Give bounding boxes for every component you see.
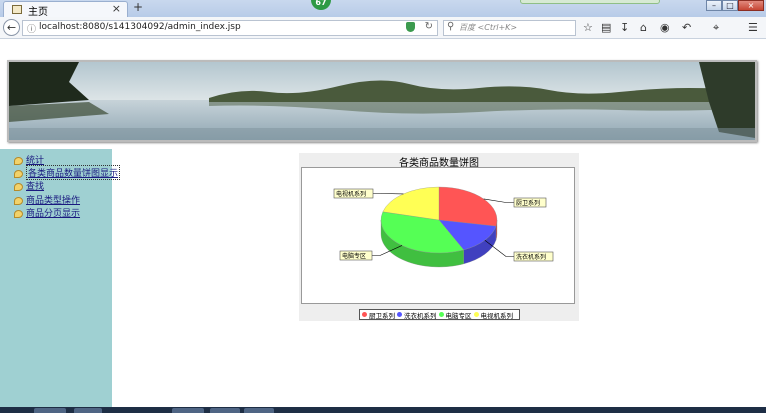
- browser-titlebar: 主页 × + 67 – □ ×: [0, 0, 766, 18]
- taskbar-app[interactable]: [172, 408, 204, 413]
- sidebar-item-type-ops[interactable]: 商品类型操作: [14, 193, 80, 206]
- back-button[interactable]: ←: [3, 19, 20, 36]
- pie-label-text: 电视机系列: [336, 190, 366, 198]
- sidebar-item-search[interactable]: 查找: [14, 179, 44, 192]
- sidebar-item-paging[interactable]: 商品分页显示: [14, 206, 80, 219]
- pie-label-text: 电脑专区: [342, 252, 366, 260]
- legend-label: 洗衣机系列: [404, 311, 437, 320]
- folder-icon: [14, 169, 23, 178]
- os-taskbar: [0, 407, 766, 413]
- sidebar-item-statistics[interactable]: 统计: [14, 154, 44, 166]
- sidebar-menu: 统计 各类商品数量饼图显示 查找 商品类型操作 商品分页显示: [0, 149, 121, 413]
- menu-icon[interactable]: ☰: [748, 21, 758, 34]
- sidebar-item-label[interactable]: 商品分页显示: [26, 206, 80, 219]
- legend-item: 厨卫系列: [362, 310, 395, 320]
- folder-icon: [14, 209, 23, 218]
- pie-label-text: 厨卫系列: [516, 199, 540, 207]
- pie-chart-svg: 厨卫系列洗衣机系列 电脑专区 电视机系列: [333, 186, 554, 268]
- pie-chart-panel: 各类商品数量饼图 厨卫系列 洗衣机系列 电脑专区 电视机系列: [299, 153, 579, 321]
- search-icon: ⚲: [447, 21, 455, 32]
- folder-icon: [14, 196, 23, 205]
- chart-legend: 厨卫系列 洗衣机系列 电脑专区 电视机系列: [359, 309, 520, 320]
- taskbar-app[interactable]: [244, 408, 274, 413]
- crop-icon[interactable]: ⌖: [713, 21, 719, 35]
- folder-icon: [14, 182, 23, 191]
- legend-swatch: [362, 312, 367, 317]
- info-icon[interactable]: ⓘ: [27, 22, 36, 35]
- sidebar-item-pie-chart[interactable]: 各类商品数量饼图显示: [14, 165, 121, 180]
- bookmark-star-icon[interactable]: ☆: [583, 21, 593, 34]
- legend-label: 电脑专区: [445, 311, 472, 320]
- minimize-button[interactable]: –: [706, 0, 722, 11]
- taskbar-app[interactable]: [34, 408, 66, 413]
- window-controls: – □ ×: [706, 0, 764, 11]
- pie-slice-0[interactable]: [438, 186, 498, 227]
- legend-label: 电视机系列: [480, 311, 514, 320]
- legend-item: 电脑专区: [438, 310, 472, 320]
- status-pill: [520, 0, 660, 4]
- url-text: localhost:8080/s141304092/admin_index.js…: [39, 22, 241, 32]
- legend-swatch: [438, 312, 444, 317]
- new-tab-button[interactable]: +: [133, 0, 143, 14]
- legend-label: 厨卫系列: [369, 311, 395, 320]
- taskbar-app[interactable]: [210, 408, 240, 413]
- pie-label-text: 洗衣机系列: [516, 253, 546, 261]
- sidebar-item-label[interactable]: 各类商品数量饼图显示: [26, 165, 121, 180]
- search-placeholder: 百度 <Ctrl+K>: [459, 23, 518, 32]
- legend-item: 电视机系列: [473, 310, 514, 320]
- folder-icon: [14, 156, 23, 165]
- sidebar-item-label[interactable]: 查找: [26, 179, 44, 192]
- close-window-button[interactable]: ×: [738, 0, 764, 11]
- undo-icon[interactable]: ↶: [682, 21, 691, 34]
- reading-list-icon[interactable]: ▤: [601, 21, 611, 34]
- reload-icon[interactable]: ↻: [425, 21, 433, 32]
- sidebar-item-label[interactable]: 商品类型操作: [26, 193, 80, 206]
- banner-lake-image: [7, 60, 757, 142]
- taskbar-app[interactable]: [74, 408, 102, 413]
- legend-swatch: [397, 312, 402, 317]
- browser-tab-home[interactable]: 主页 ×: [3, 1, 128, 18]
- tab-close-icon[interactable]: ×: [112, 2, 121, 15]
- download-icon[interactable]: ↧: [620, 21, 629, 34]
- legend-item: 洗衣机系列: [397, 310, 437, 320]
- page-favicon-icon: [12, 5, 22, 14]
- tab-title: 主页: [28, 7, 48, 18]
- chart-plot-area: 厨卫系列洗衣机系列 电脑专区 电视机系列: [301, 167, 575, 304]
- address-bar[interactable]: ⓘ localhost:8080/s141304092/admin_index.…: [22, 20, 438, 36]
- notification-badge[interactable]: 67: [311, 0, 331, 10]
- shield-icon[interactable]: [406, 22, 415, 32]
- maximize-button[interactable]: □: [722, 0, 738, 11]
- home-icon[interactable]: ⌂: [640, 21, 647, 34]
- chat-icon[interactable]: ◉: [660, 21, 670, 34]
- pie-leader-line: [483, 198, 514, 203]
- search-box[interactable]: ⚲ 百度 <Ctrl+K>: [443, 20, 576, 36]
- legend-swatch: [473, 312, 479, 317]
- browser-navbar: ← ⓘ localhost:8080/s141304092/admin_inde…: [0, 17, 766, 39]
